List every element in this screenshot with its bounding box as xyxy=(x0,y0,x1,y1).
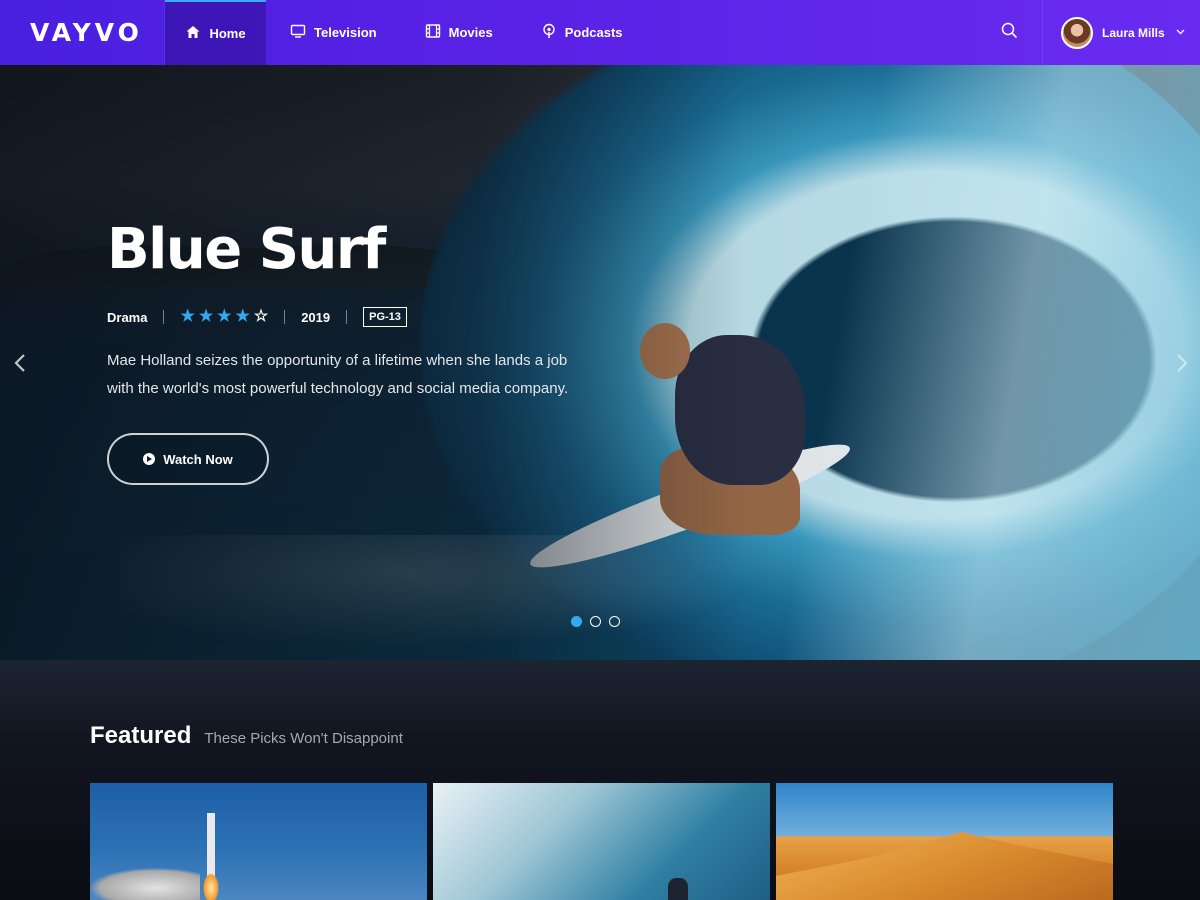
year-label: 2019 xyxy=(301,309,331,325)
nav-item-label: Home xyxy=(209,26,246,41)
slide-indicators xyxy=(571,616,620,627)
rocket xyxy=(207,813,215,878)
slide-dot[interactable] xyxy=(590,616,601,627)
meta-divider xyxy=(346,310,348,324)
featured-section: Featured These Picks Won't Disappoint xyxy=(0,660,1200,900)
hero-content: Blue Surf Drama ★ ★ ★ ★ ☆ 2019 PG-13 Mae Hol… xyxy=(107,220,577,485)
watch-now-label: Watch Now xyxy=(163,451,233,467)
featured-title: Featured xyxy=(90,722,192,749)
brand-logo[interactable]: VAYVO xyxy=(0,0,165,65)
nav-item-home[interactable]: Home xyxy=(165,0,266,65)
featured-subtitle: These Picks Won't Disappoint xyxy=(204,730,403,747)
star-filled-icon: ★ xyxy=(198,308,214,325)
person-silhouette xyxy=(668,878,688,900)
star-filled-icon: ★ xyxy=(217,308,232,325)
chevron-right-icon xyxy=(1176,353,1188,378)
user-name: Laura Mills xyxy=(1102,25,1165,40)
meta-divider xyxy=(163,310,165,324)
podcast-icon xyxy=(541,23,557,42)
next-slide-button[interactable] xyxy=(1170,350,1194,380)
chevron-left-icon xyxy=(14,353,26,378)
search-icon xyxy=(1001,22,1018,44)
search-button[interactable] xyxy=(976,0,1042,65)
nav-item-label: Movies xyxy=(448,25,493,40)
top-navbar: VAYVO Home Television Movies Podcasts La… xyxy=(0,0,1200,65)
rocket-flame xyxy=(203,873,219,900)
prev-slide-button[interactable] xyxy=(8,350,32,380)
chevron-down-icon xyxy=(1176,27,1185,38)
featured-cards xyxy=(90,783,1113,900)
nav-item-podcasts[interactable]: Podcasts xyxy=(517,0,647,65)
star-filled-icon: ★ xyxy=(235,308,250,325)
star-empty-icon: ☆ xyxy=(253,308,269,325)
desert-card[interactable] xyxy=(776,783,1113,900)
nav-item-label: Podcasts xyxy=(564,25,623,40)
sand-dune xyxy=(776,832,1113,900)
main-nav: Home Television Movies Podcasts xyxy=(165,0,647,65)
slide-dot[interactable] xyxy=(609,616,620,627)
hero-title: Blue Surf xyxy=(107,217,386,282)
nav-item-television[interactable]: Television xyxy=(266,0,401,65)
rocket-launch-card[interactable] xyxy=(90,783,427,900)
hero-description: Mae Holland seizes the opportunity of a … xyxy=(107,352,569,397)
film-icon xyxy=(425,23,441,42)
star-rating: ★ ★ ★ ★ ☆ xyxy=(180,309,268,325)
wave-card[interactable] xyxy=(433,783,770,900)
tv-icon xyxy=(290,23,306,42)
maturity-badge: PG-13 xyxy=(363,307,407,327)
hero-banner: Blue Surf Drama ★ ★ ★ ★ ☆ 2019 PG-13 Mae Hol… xyxy=(0,65,1200,660)
user-menu[interactable]: Laura Mills xyxy=(1042,0,1200,65)
genre-label: Drama xyxy=(107,309,148,325)
slide-dot[interactable] xyxy=(571,616,582,627)
star-filled-icon: ★ xyxy=(180,308,195,325)
play-icon xyxy=(143,453,156,465)
avatar xyxy=(1061,16,1093,49)
nav-item-movies[interactable]: Movies xyxy=(401,0,517,65)
meta-divider xyxy=(284,310,286,324)
hero-meta: Drama ★ ★ ★ ★ ☆ 2019 PG-13 xyxy=(107,307,577,327)
nav-item-label: Television xyxy=(314,25,377,40)
smoke-cloud xyxy=(90,868,200,900)
watch-now-button[interactable]: Watch Now xyxy=(107,433,269,485)
featured-header: Featured These Picks Won't Disappoint xyxy=(90,722,403,750)
home-icon xyxy=(185,24,201,43)
